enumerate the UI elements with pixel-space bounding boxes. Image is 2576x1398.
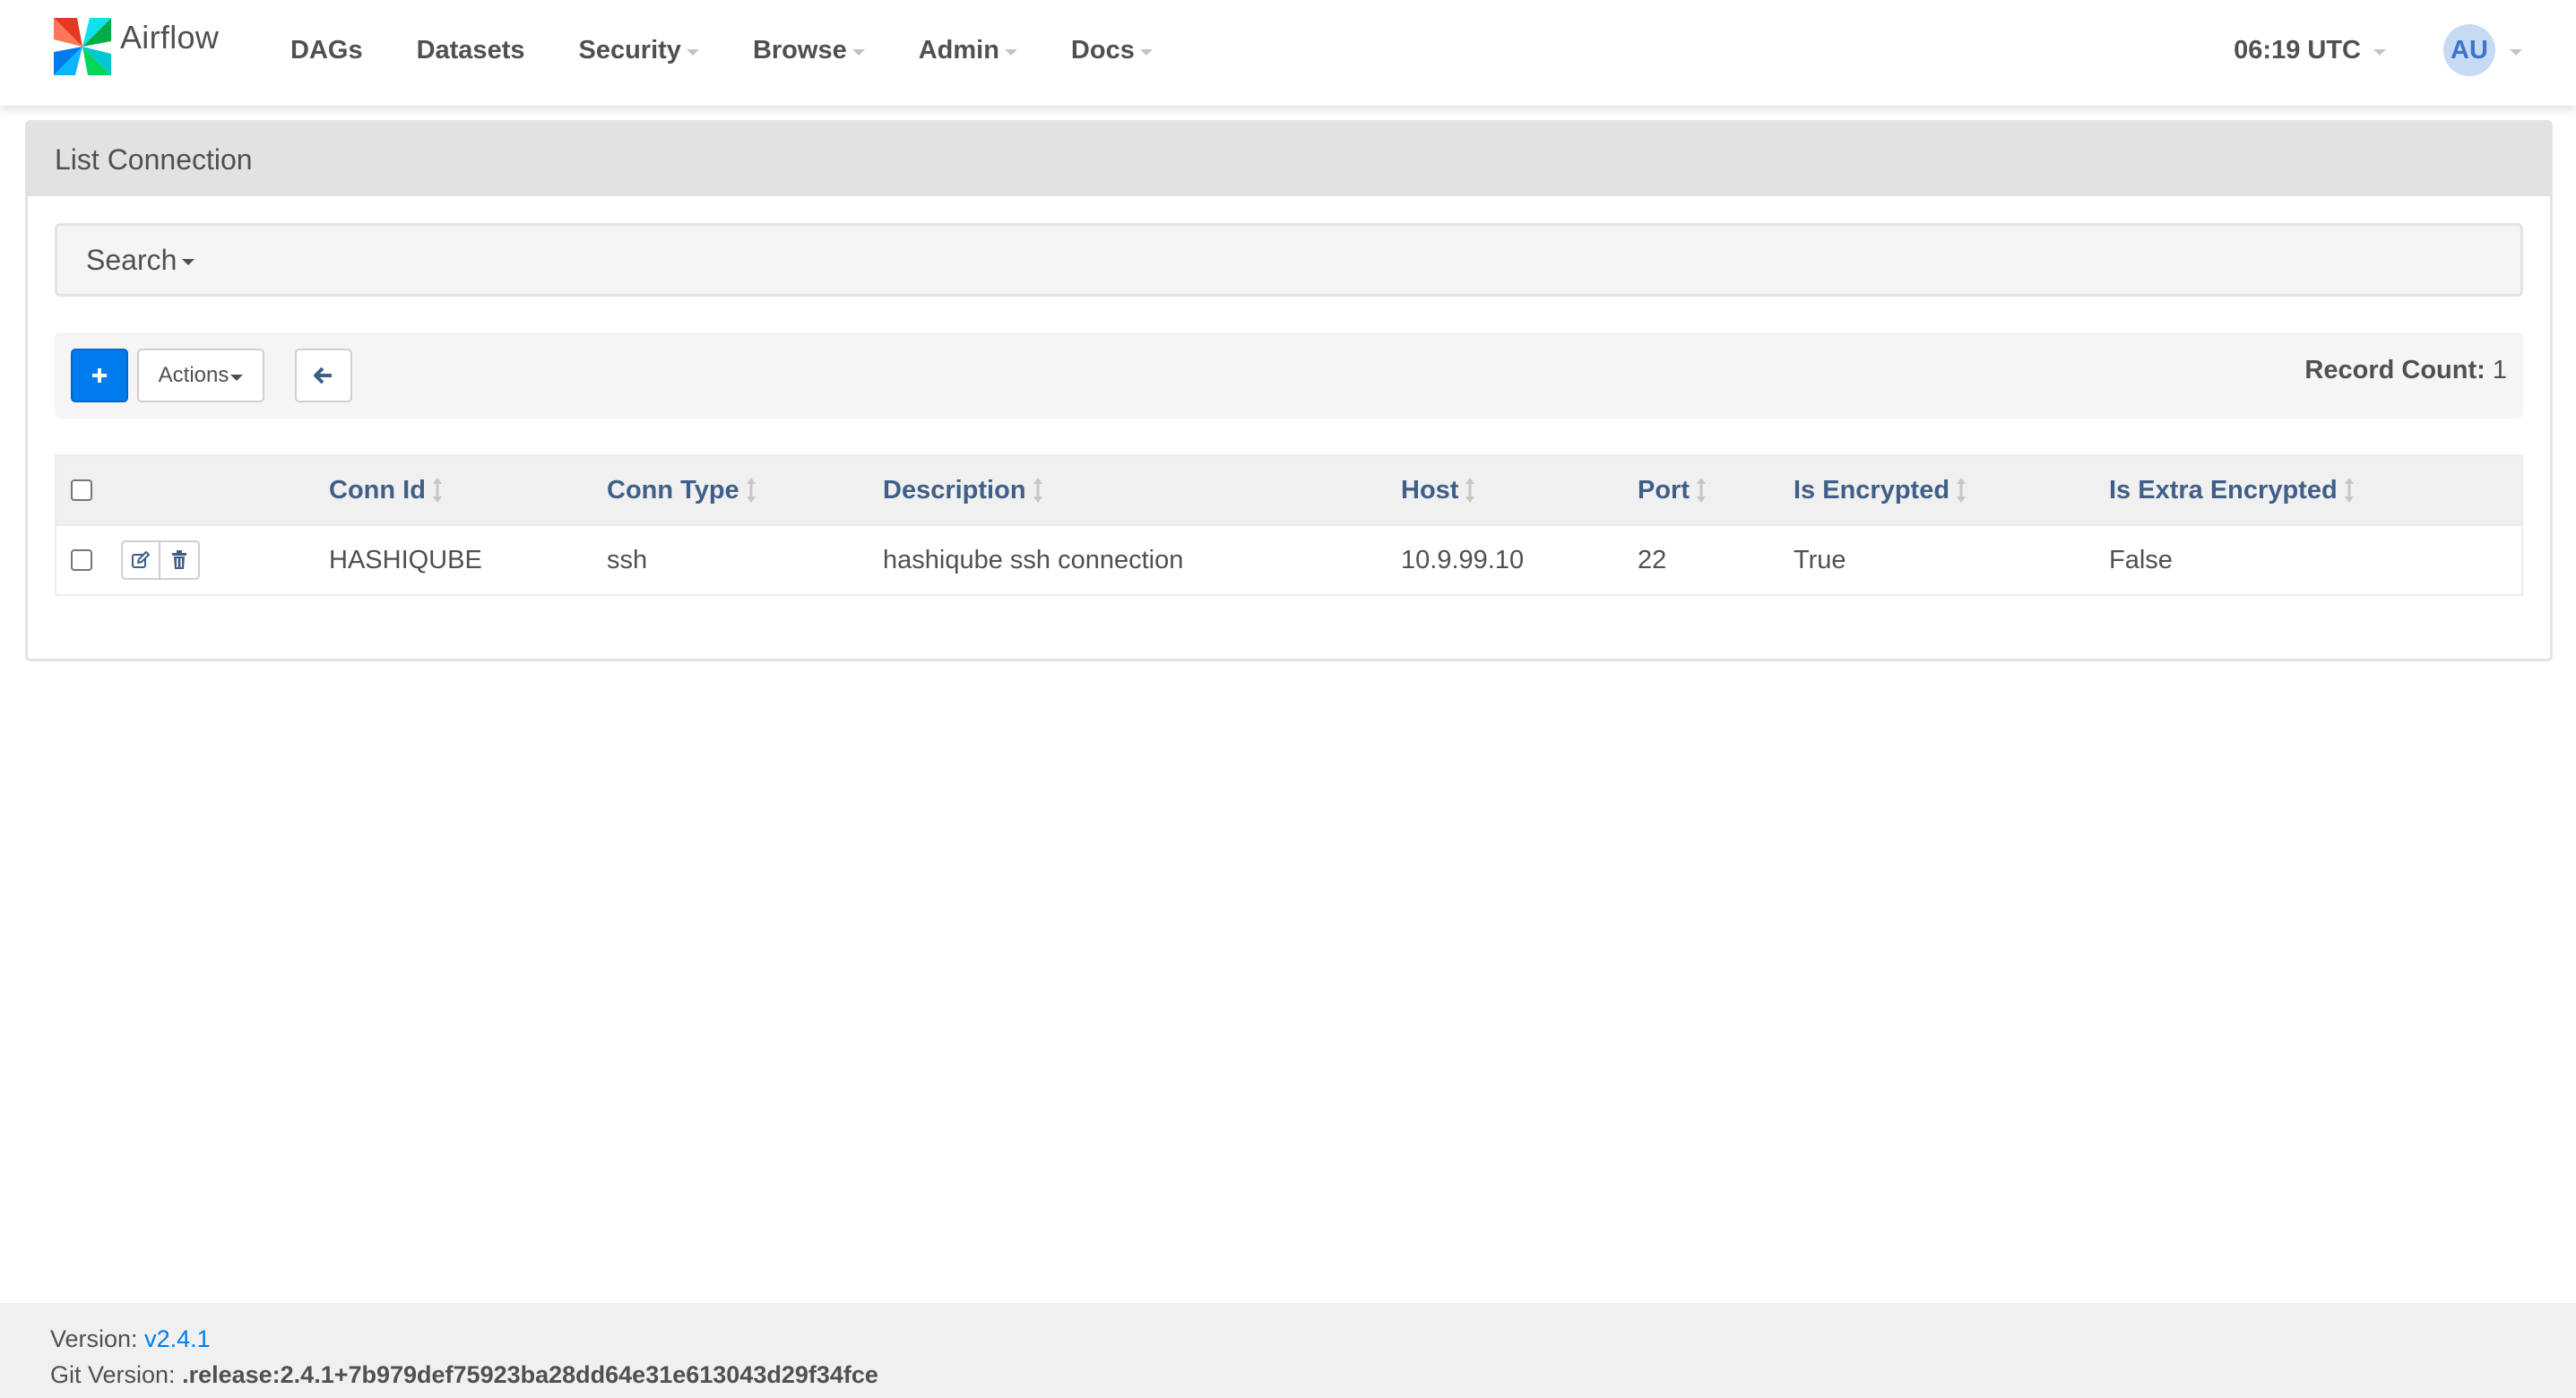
nav-right: 06:19 UTC AU	[2234, 0, 2522, 100]
sort-icon	[1033, 478, 1042, 503]
caret-down-icon	[1139, 48, 1153, 56]
nav-browse-label: Browse	[752, 35, 847, 65]
git-version-line: Git Version: .release:2.4.1+7b979def7592…	[50, 1357, 2576, 1393]
nav-security-dropdown[interactable]: Security	[578, 35, 699, 65]
nav-browse-dropdown[interactable]: Browse	[753, 36, 865, 65]
nav-dags[interactable]: DAGs	[290, 36, 363, 65]
page-title: List Connection	[55, 142, 253, 176]
cell-conn-type: ssh	[607, 545, 648, 574]
list-toolbar: Actions Record Count: 1	[55, 332, 2523, 419]
cell-port: 22	[1638, 545, 1667, 574]
edit-icon	[132, 551, 150, 568]
row-action-buttons	[121, 540, 200, 580]
sort-icon	[746, 478, 756, 503]
column-header-is-encrypted[interactable]: Is Encrypted	[1794, 456, 1967, 524]
sort-icon	[1465, 478, 1475, 503]
select-all-cell	[71, 456, 92, 524]
list-connection-panel: List Connection Search Actions Record Co…	[25, 120, 2553, 661]
column-header-port[interactable]: Port	[1638, 456, 1706, 524]
sort-icon	[1697, 478, 1706, 503]
top-navbar: Airflow DAGs Datasets Security Browse Ad…	[0, 0, 2576, 106]
row-select-cell	[71, 526, 92, 594]
column-header-label: Port	[1638, 475, 1690, 505]
arrow-left-icon	[314, 367, 332, 384]
panel-heading: List Connection	[28, 123, 2550, 196]
version-label: Version:	[50, 1325, 138, 1352]
sort-icon	[432, 478, 442, 503]
column-header-label: Description	[883, 475, 1026, 505]
table-row: HASHIQUBE ssh hashiqube ssh connection 1…	[55, 526, 2523, 596]
record-count: Record Count: 1	[2304, 356, 2507, 385]
cell-description: hashiqube ssh connection	[883, 545, 1184, 574]
trash-icon	[172, 550, 186, 569]
column-header-is-extra-encrypted[interactable]: Is Extra Encrypted	[2109, 456, 2354, 524]
row-select-checkbox[interactable]	[71, 549, 92, 571]
caret-down-icon	[686, 48, 699, 56]
git-version-value: .release:2.4.1+7b979def75923ba28dd64e31e…	[182, 1361, 878, 1388]
record-count-value: 1	[2492, 356, 2507, 384]
clock-time: 06:19 UTC	[2234, 35, 2361, 65]
caret-down-icon	[1004, 48, 1017, 56]
row-actions-cell	[121, 526, 200, 594]
version-link[interactable]: v2.4.1	[144, 1325, 211, 1352]
caret-down-icon	[182, 258, 195, 265]
column-header-conn-id[interactable]: Conn Id	[329, 456, 442, 524]
brand-home-link[interactable]: Airflow	[48, 11, 219, 82]
caret-down-icon	[2373, 48, 2386, 56]
column-header-label: Conn Id	[329, 475, 426, 505]
search-label: Search	[86, 243, 177, 276]
select-all-checkbox[interactable]	[71, 479, 92, 501]
nav-docs-label: Docs	[1070, 35, 1135, 65]
clock-timezone-dropdown[interactable]: 06:19 UTC	[2234, 36, 2386, 65]
user-menu-dropdown[interactable]: AU	[2443, 24, 2522, 76]
column-header-label: Is Extra Encrypted	[2109, 475, 2338, 505]
avatar: AU	[2443, 24, 2495, 76]
airflow-pinwheel-icon	[54, 18, 111, 75]
main-nav: DAGs Datasets Security Browse Admin Docs	[290, 0, 1206, 100]
nav-admin-dropdown[interactable]: Admin	[919, 36, 1017, 65]
edit-record-button[interactable]	[121, 540, 160, 580]
search-dropdown-toggle[interactable]: Search	[86, 243, 195, 277]
cell-is-encrypted: True	[1794, 545, 1846, 574]
column-header-label: Is Encrypted	[1794, 475, 1950, 505]
footer: Version: v2.4.1 Git Version: .release:2.…	[0, 1303, 2576, 1398]
cell-conn-id: HASHIQUBE	[329, 545, 482, 574]
cell-host: 10.9.99.10	[1401, 545, 1525, 574]
column-header-description[interactable]: Description	[883, 456, 1042, 524]
cell-is-extra-encrypted: False	[2109, 545, 2173, 574]
back-button[interactable]	[295, 349, 352, 402]
nav-datasets[interactable]: Datasets	[417, 36, 525, 65]
plus-icon	[92, 368, 107, 383]
connections-table: Conn Id Conn Type Description Host Port …	[55, 454, 2523, 596]
caret-down-icon	[230, 374, 244, 381]
column-header-label: Host	[1401, 475, 1459, 505]
column-header-label: Conn Type	[607, 475, 739, 505]
column-header-conn-type[interactable]: Conn Type	[607, 456, 756, 524]
search-well: Search	[55, 223, 2523, 297]
record-count-label: Record Count:	[2304, 356, 2485, 384]
git-version-label: Git Version:	[50, 1361, 176, 1388]
nav-datasets-label: Datasets	[416, 35, 525, 65]
nav-docs-dropdown[interactable]: Docs	[1071, 36, 1153, 65]
nav-dags-label: DAGs	[290, 35, 363, 65]
nav-security-label: Security	[578, 35, 681, 65]
delete-record-button[interactable]	[160, 540, 200, 580]
table-header-row: Conn Id Conn Type Description Host Port …	[55, 454, 2523, 526]
actions-label: Actions	[158, 363, 229, 387]
add-record-button[interactable]	[71, 349, 128, 402]
version-line: Version: v2.4.1	[50, 1321, 2576, 1357]
column-header-host[interactable]: Host	[1401, 456, 1475, 524]
nav-admin-label: Admin	[918, 35, 999, 65]
brand-name: Airflow	[120, 19, 220, 56]
sort-icon	[1957, 478, 1967, 503]
caret-down-icon	[851, 48, 865, 56]
sort-icon	[2344, 478, 2354, 503]
actions-dropdown-button[interactable]: Actions	[137, 349, 264, 402]
caret-down-icon	[2510, 48, 2522, 56]
